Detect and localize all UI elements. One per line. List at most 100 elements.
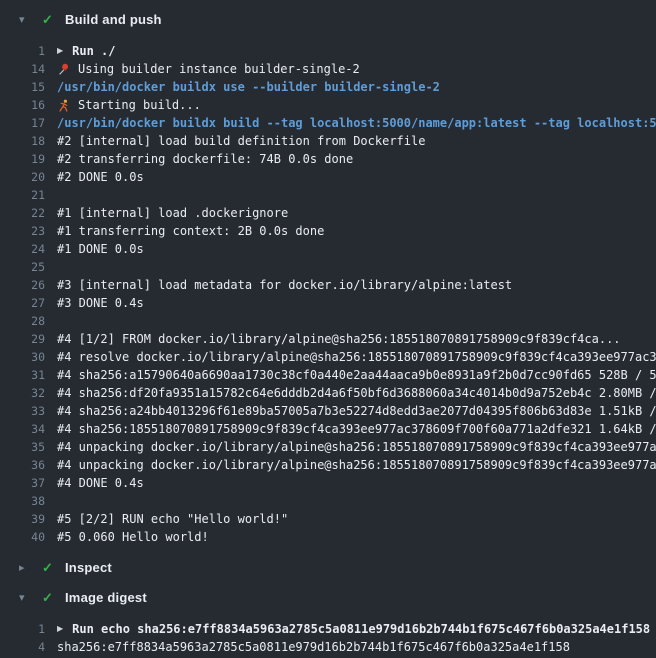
log-text: #4 sha256:df20fa9351a15782c64e6dddb2d4a6…: [57, 386, 656, 400]
line-number[interactable]: 21: [0, 188, 45, 202]
log-line-content: #2 DONE 0.0s: [57, 170, 656, 184]
section-header-inspect[interactable]: ▸✓Inspect: [0, 552, 656, 582]
log-line-content: #4 [1/2] FROM docker.io/library/alpine@s…: [57, 332, 656, 346]
log-text: #4 sha256:185518070891758909c9f839cf4ca3…: [57, 422, 656, 436]
line-number[interactable]: 32: [0, 386, 45, 400]
log-text: #1 transferring context: 2B 0.0s done: [57, 224, 324, 238]
caret-down-icon[interactable]: ▾: [19, 592, 33, 603]
log-line: 18 #2 [internal] load build definition fr…: [0, 132, 656, 150]
line-number[interactable]: 22: [0, 206, 45, 220]
log-line-content: #1 [internal] load .dockerignore: [57, 206, 656, 220]
log-line: 31 #4 sha256:a15790640a6690aa1730c38cf0a4…: [0, 366, 656, 384]
line-number[interactable]: 37: [0, 476, 45, 490]
log-line-content: /usr/bin/docker buildx build --tag local…: [57, 116, 656, 130]
line-number[interactable]: 18: [0, 134, 45, 148]
log-line-content: Starting build...: [57, 98, 656, 112]
line-number[interactable]: 26: [0, 278, 45, 292]
log-line: 27 #3 DONE 0.4s: [0, 294, 656, 312]
line-number[interactable]: 30: [0, 350, 45, 364]
log-line: 35 #4 unpacking docker.io/library/alpine@…: [0, 438, 656, 456]
log-line: 1 ▶ Run ./: [0, 42, 656, 60]
caret-down-icon[interactable]: ▾: [19, 14, 33, 25]
log-line: 25: [0, 258, 656, 276]
section-header-image-digest[interactable]: ▾ ✓ Image digest: [0, 582, 656, 612]
check-icon: ✓: [42, 13, 57, 26]
log-line: 38: [0, 492, 656, 510]
log-line-content: Using builder instance builder-single-2: [57, 62, 656, 76]
log-text: sha256:e7ff8834a5963a2785c5a0811e979d16b…: [57, 640, 570, 654]
line-number[interactable]: 1: [0, 44, 45, 58]
log-text: #4 unpacking docker.io/library/alpine@sh…: [57, 458, 656, 472]
log-line-content: #4 sha256:df20fa9351a15782c64e6dddb2d4a6…: [57, 386, 656, 400]
log-line: 24 #1 DONE 0.0s: [0, 240, 656, 258]
log-line: 4 sha256:e7ff8834a5963a2785c5a0811e979d16…: [0, 638, 656, 656]
log-line: 16 Starting build...: [0, 96, 656, 114]
log-text: #4 sha256:a24bb4013296f61e89ba57005a7b3e…: [57, 404, 656, 418]
log-line-content: ▶Run echo sha256:e7ff8834a5963a2785c5a08…: [57, 622, 656, 636]
line-number[interactable]: 40: [0, 530, 45, 544]
log-text: /usr/bin/docker buildx build --tag local…: [57, 116, 656, 130]
log-line-content: #3 DONE 0.4s: [57, 296, 656, 310]
line-number[interactable]: 28: [0, 314, 45, 328]
line-number[interactable]: 27: [0, 296, 45, 310]
line-number[interactable]: 34: [0, 422, 45, 436]
line-number[interactable]: 23: [0, 224, 45, 238]
log-line-content: #4 unpacking docker.io/library/alpine@sh…: [57, 458, 656, 472]
log-viewer: ▾✓Build and push1▶Run ./14Using builder …: [0, 0, 656, 656]
line-number[interactable]: 25: [0, 260, 45, 274]
line-number[interactable]: 1: [0, 622, 45, 636]
log-line: 26#3 [internal] load metadata for docker…: [0, 276, 656, 294]
log-line: 32 #4 sha256:df20fa9351a15782c64e6dddb2d4…: [0, 384, 656, 402]
line-number[interactable]: 19: [0, 152, 45, 166]
log-line-content: #4 resolve docker.io/library/alpine@sha2…: [57, 350, 656, 364]
log-line: 21: [0, 186, 656, 204]
log-text: Using builder instance builder-single-2: [78, 62, 360, 76]
log-text: #2 DONE 0.0s: [57, 170, 144, 184]
log-line-content: sha256:e7ff8834a5963a2785c5a0811e979d16b…: [57, 640, 656, 654]
log-text: #5 [2/2] RUN echo "Hello world!": [57, 512, 288, 526]
line-number[interactable]: 31: [0, 368, 45, 382]
log-line: 22 #1 [internal] load .dockerignore: [0, 204, 656, 222]
log-line: 36 #4 unpacking docker.io/library/alpine@…: [0, 456, 656, 474]
line-number[interactable]: 35: [0, 440, 45, 454]
log-line: 34 #4 sha256:185518070891758909c9f839cf4c…: [0, 420, 656, 438]
log-text: #3 DONE 0.4s: [57, 296, 144, 310]
line-number[interactable]: 24: [0, 242, 45, 256]
pushpin-icon: [57, 63, 70, 76]
section-header-build-and-push[interactable]: ▾ ✓ Build and push: [0, 4, 656, 34]
log-line: 37 #4 DONE 0.4s: [0, 474, 656, 492]
section-title-build-and-push: Build and push: [65, 12, 162, 27]
log-line-content: #4 sha256:185518070891758909c9f839cf4ca3…: [57, 422, 656, 436]
log-line: 30 #4 resolve docker.io/library/alpine@sh…: [0, 348, 656, 366]
log-line-content: #1 transferring context: 2B 0.0s done: [57, 224, 656, 238]
log-text: #4 resolve docker.io/library/alpine@sha2…: [57, 350, 656, 364]
section-title-image-digest: Image digest: [65, 590, 147, 605]
line-number[interactable]: 14: [0, 62, 45, 76]
log-text: Run ./: [72, 44, 115, 58]
log-line-content: /usr/bin/docker buildx use --builder bui…: [57, 80, 656, 94]
line-number[interactable]: 15: [0, 80, 45, 94]
line-number[interactable]: 17: [0, 116, 45, 130]
log-text: #4 unpacking docker.io/library/alpine@sh…: [57, 440, 656, 454]
line-number[interactable]: 29: [0, 332, 45, 346]
line-number[interactable]: 33: [0, 404, 45, 418]
log-line: 40#5 0.060 Hello world!: [0, 528, 656, 546]
line-number[interactable]: 16: [0, 98, 45, 112]
line-number[interactable]: 36: [0, 458, 45, 472]
log-text: #4 sha256:a15790640a6690aa1730c38cf0a440…: [57, 368, 656, 382]
play-icon[interactable]: ▶: [57, 625, 63, 633]
line-number[interactable]: 4: [0, 640, 45, 654]
line-number[interactable]: 38: [0, 494, 45, 508]
caret-right-icon[interactable]: ▸: [19, 562, 33, 573]
log-line-content: #4 DONE 0.4s: [57, 476, 656, 490]
log-line-content: #2 [internal] load build definition from…: [57, 134, 656, 148]
check-icon: ✓: [42, 561, 57, 574]
log-text: #1 DONE 0.0s: [57, 242, 144, 256]
line-number[interactable]: 39: [0, 512, 45, 526]
log-text: #4 DONE 0.4s: [57, 476, 144, 490]
play-icon[interactable]: ▶: [57, 47, 63, 55]
check-icon: ✓: [42, 591, 57, 604]
log-text: #2 transferring dockerfile: 74B 0.0s don…: [57, 152, 353, 166]
log-line: 23 #1 transferring context: 2B 0.0s done: [0, 222, 656, 240]
line-number[interactable]: 20: [0, 170, 45, 184]
